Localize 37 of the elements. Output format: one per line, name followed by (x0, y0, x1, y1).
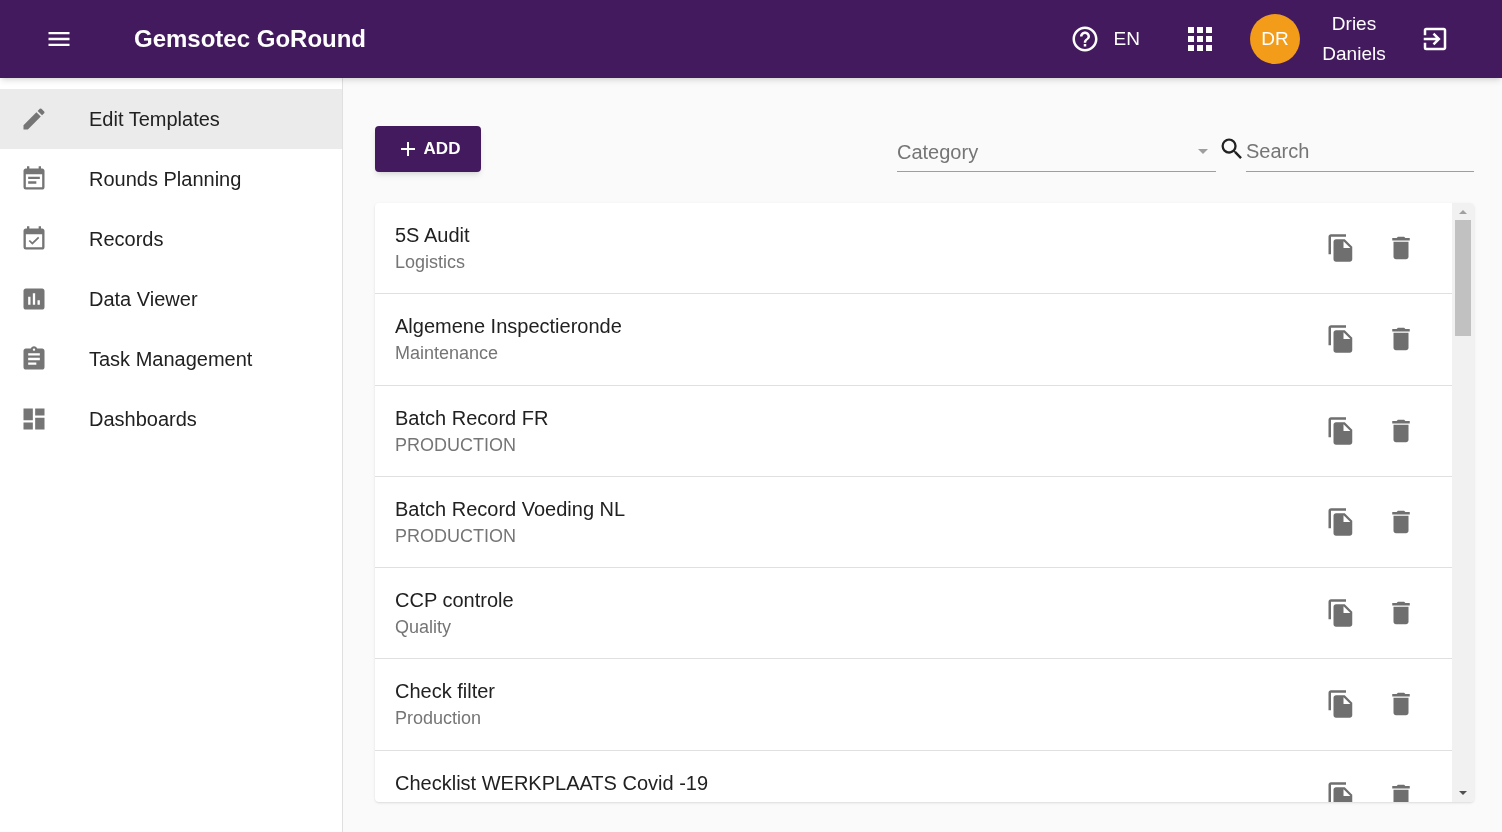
template-name: CCP controle (395, 588, 515, 613)
scrollbar[interactable] (1452, 203, 1474, 802)
template-row[interactable]: Batch Record Voeding NL PRODUCTION (375, 476, 1452, 569)
template-category: PRODUCTION (395, 433, 517, 456)
category-select[interactable]: Category (897, 132, 1216, 172)
template-name: Check filter (395, 679, 497, 704)
search-field[interactable]: Search (1246, 132, 1474, 172)
template-name: Checklist WERKPLAATS Covid -19 (395, 770, 710, 795)
template-category: Production (395, 707, 483, 730)
sidebar-item-label: Data Viewer (89, 287, 198, 312)
sidebar-item-label: Edit Templates (89, 107, 220, 132)
template-name: Algemene Inspectieronde (395, 314, 623, 339)
template-name: 5S Audit (395, 223, 471, 247)
add-button[interactable]: ADD (375, 126, 481, 172)
sidebar-item[interactable]: Edit Templates (0, 89, 342, 149)
app-title: Gemsotec GoRound (134, 24, 367, 54)
sidebar-item-label: Records (89, 227, 164, 252)
template-category: PRODUCTION (395, 524, 517, 547)
template-row[interactable]: 5S Audit Logistics (375, 203, 1452, 295)
scrollbar-thumb[interactable] (1455, 220, 1471, 336)
template-name: Batch Record FR (395, 405, 550, 430)
template-name: Batch Record Voeding NL (395, 496, 627, 521)
template-row[interactable]: CCP controle Quality (375, 568, 1452, 660)
user-name: Dries Daniels (1321, 12, 1387, 66)
sidebar-item-label: Task Management (89, 347, 253, 372)
dropdown-caret-icon (1198, 149, 1208, 154)
sidebar-item-label: Rounds Planning (89, 167, 242, 192)
sidebar-item-label: Dashboards (89, 407, 197, 432)
template-row[interactable]: Batch Record FR PRODUCTION (375, 385, 1452, 477)
template-row[interactable]: Algemene Inspectieronde Maintenance (375, 294, 1452, 386)
scroll-down-icon[interactable] (1459, 791, 1467, 795)
template-row[interactable]: Check filter Production (375, 659, 1452, 751)
template-category: Logistics (395, 251, 467, 273)
template-row[interactable]: Checklist WERKPLAATS Covid -19 (375, 750, 1452, 802)
language-button[interactable]: EN (1113, 24, 1140, 54)
template-category: Maintenance (395, 342, 500, 365)
template-category: Quality (395, 616, 453, 639)
